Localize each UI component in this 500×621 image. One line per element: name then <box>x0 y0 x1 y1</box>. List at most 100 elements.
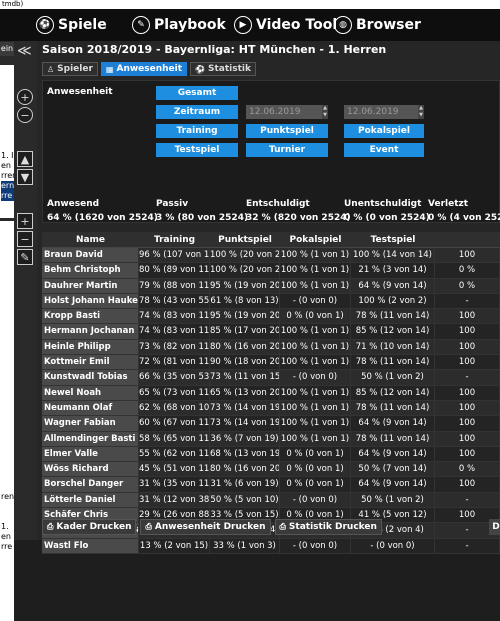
strip-text: ern <box>1 181 14 191</box>
event-button[interactable]: Event <box>344 143 424 157</box>
attendance-cell: 64 % (9 von 14) <box>351 278 435 293</box>
attendance-cell: 65 % (13 von 20) <box>210 385 280 400</box>
attendance-cell: 60 % (67 von 111) <box>139 416 210 431</box>
nav-video-tool[interactable]: ▶ Video Tool <box>234 15 337 35</box>
pokalspiel-button[interactable]: Pokalspiel <box>344 124 424 138</box>
add-icon[interactable]: + <box>17 213 33 229</box>
attendance-cell: 95 % (19 von 20) <box>210 309 280 324</box>
spinner-icon[interactable]: ▲ ▼ <box>322 105 328 119</box>
nav-browser[interactable]: ◍ Browser <box>334 15 421 35</box>
kader-drucken-button[interactable]: ⎙ Kader Drucken <box>42 519 137 535</box>
attendance-cell: 73 % (14 von 19) <box>210 400 280 416</box>
nav-playbook[interactable]: ✎ Playbook <box>132 15 226 35</box>
arrow-up-icon[interactable]: ▲ <box>17 151 33 167</box>
player-name-cell: Wastl Flo <box>42 538 139 553</box>
col-header-name[interactable]: Name <box>42 232 139 247</box>
attendance-table: Name Training Punktspiel Pokalspiel Test… <box>42 232 500 554</box>
gesamt-button[interactable]: Gesamt <box>156 86 238 100</box>
sidebar-team-strip[interactable]: 1. I en rren ern rre <box>0 65 14 218</box>
attendance-cell: 100 % (2 von 2) <box>351 293 435 309</box>
attendance-cell: 100 <box>435 324 500 339</box>
strip-text: en <box>1 532 11 541</box>
attendance-cell: 100 % (20 von 20) <box>210 263 280 278</box>
table-row[interactable]: Neumann Olaf62 % (68 von 108)73 % (14 vo… <box>42 400 500 417</box>
col-header-punktspiel[interactable]: Punktspiel <box>210 232 280 247</box>
soccer-ball-icon: ⚽ <box>36 16 54 34</box>
attendance-cell: 78 % (11 von 14) <box>351 431 435 446</box>
attendance-cell: 100 <box>435 309 500 324</box>
zoom-out-icon[interactable]: − <box>17 107 33 123</box>
attendance-cell: 50 % (1 von 2) <box>351 370 435 385</box>
table-row[interactable]: Hermann Jochanan74 % (83 von 111)85 % (1… <box>42 324 500 340</box>
statistik-drucken-button[interactable]: ⎙ Statistik Drucken <box>274 519 382 535</box>
table-row[interactable]: Behm Christoph80 % (89 von 111)100 % (20… <box>42 263 500 279</box>
zeitraum-button[interactable]: Zeitraum <box>156 105 238 119</box>
attendance-cell: 100 % (1 von 1) <box>280 355 351 370</box>
punktspiel-button[interactable]: Punktspiel <box>246 124 328 138</box>
nav-spiele[interactable]: ⚽ Spiele <box>36 15 107 35</box>
attendance-cell: - (0 von 0) <box>351 538 435 553</box>
table-row[interactable]: Wöss Richard45 % (51 von 111)80 % (16 vo… <box>42 462 500 478</box>
sidebar-mini-button[interactable]: ein <box>0 42 14 56</box>
globe-icon: ◍ <box>334 16 352 34</box>
attendance-cell: - (0 von 0) <box>280 492 351 508</box>
attendance-cell: - <box>435 538 500 553</box>
calendar-icon: ▦ <box>105 64 114 74</box>
arrow-down-icon[interactable]: ▼ <box>17 169 33 185</box>
table-row[interactable]: Borschel Danger31 % (35 von 111)31 % (6 … <box>42 477 500 493</box>
edit-icon[interactable]: ✎ <box>17 249 33 265</box>
player-name-cell: Dauhrer Martin <box>42 278 139 293</box>
date-from-field[interactable]: 12.06.2019 ▲ ▼ <box>246 105 328 119</box>
table-row[interactable]: Lötterle Daniel 31 % (12 von 38) 50 % (5 v… <box>42 492 500 509</box>
kader-drucken-label: Kader Drucken <box>56 522 132 532</box>
anwesenheit-drucken-button[interactable]: ⎙ Anwesenheit Drucken <box>140 519 271 535</box>
zoom-in-icon[interactable]: + <box>17 89 33 105</box>
turnier-button[interactable]: Turnier <box>246 143 328 157</box>
col-header-testspiel[interactable]: Testspiel <box>351 232 435 247</box>
attendance-cell: 80 % (16 von 20) <box>210 339 280 355</box>
table-row[interactable]: Braun David96 % (107 von 111)100 % (20 v… <box>42 248 500 264</box>
attendance-cell: 79 % (88 von 111) <box>139 278 210 293</box>
attendance-cell: - <box>435 492 500 508</box>
attendance-cell: 100 % (1 von 1) <box>280 278 351 293</box>
spinner-icon[interactable]: ▲ ▼ <box>418 105 424 119</box>
date-to-field[interactable]: 12.06.2019 ▲ ▼ <box>344 105 424 119</box>
table-row[interactable]: Heinle Philipp73 % (82 von 111)80 % (16 … <box>42 339 500 356</box>
sidebar-team-strip-2[interactable]: ren 1. en rre <box>0 221 14 621</box>
attendance-cell: 85 % (17 von 20) <box>210 324 280 339</box>
table-row[interactable]: Newel Noah65 % (73 von 111)65 % (13 von … <box>42 385 500 401</box>
nav-video-tool-label: Video Tool <box>256 17 338 33</box>
attendance-cell: - (0 von 0) <box>280 293 351 309</box>
stat-label-entschuldigt: Entschuldigt <box>246 199 310 209</box>
table-row[interactable]: Dauhrer Martin79 % (88 von 111)95 % (19 … <box>42 278 500 294</box>
table-row[interactable]: Kunstwadl Tobias 66 % (35 von 53) 73 % (11… <box>42 370 500 386</box>
stat-value-anwesend: 64 % (1620 von 2524) <box>47 213 158 223</box>
tab-anwesenheit[interactable]: ▦ Anwesenheit <box>100 62 188 76</box>
attendance-cell: 21 % (3 von 14) <box>351 263 435 278</box>
tab-statistik[interactable]: ⚽ Statistik <box>190 62 256 76</box>
remove-icon[interactable]: − <box>17 231 33 247</box>
table-row[interactable]: Holst Johann Hauke 78 % (43 von 55) 61 % (… <box>42 293 500 310</box>
col-header-pokalspiel[interactable]: Pokalspiel <box>280 232 351 247</box>
strip-text: rren <box>1 171 14 180</box>
table-row[interactable]: Wastl Flo 13 % (2 von 15) 33 % (1 von 3) - … <box>42 538 500 554</box>
table-row[interactable]: Kropp Basti74 % (83 von 111)95 % (19 von… <box>42 309 500 325</box>
player-name-cell: Lötterle Daniel <box>42 492 139 508</box>
col-header-training[interactable]: Training <box>139 232 210 247</box>
attendance-cell: - <box>435 293 500 309</box>
table-row[interactable]: Allmendinger Basti58 % (65 von 111)36 % … <box>42 431 500 447</box>
attendance-cell: 72 % (81 von 111) <box>139 355 210 370</box>
collapse-icon[interactable]: ≪ <box>17 43 32 59</box>
attendance-cell: - <box>435 370 500 385</box>
attendance-cell: 64 % (9 von 14) <box>351 446 435 462</box>
date-to-value: 12.06.2019 <box>347 107 399 117</box>
table-row[interactable]: Wagner Fabian60 % (67 von 111)73 % (14 v… <box>42 416 500 432</box>
training-button[interactable]: Training <box>156 124 238 138</box>
tab-spieler[interactable]: ♙ Spieler <box>42 62 98 76</box>
table-row[interactable]: Kottmeir Emil72 % (81 von 111)90 % (18 v… <box>42 355 500 371</box>
player-name-cell: Heinle Philipp <box>42 339 139 355</box>
right-action-button[interactable]: D <box>489 519 500 535</box>
col-header-more[interactable] <box>435 232 500 247</box>
table-row[interactable]: Elmer Valle55 % (62 von 111)68 % (13 von… <box>42 446 500 463</box>
testspiel-button[interactable]: Testspiel <box>156 143 238 157</box>
